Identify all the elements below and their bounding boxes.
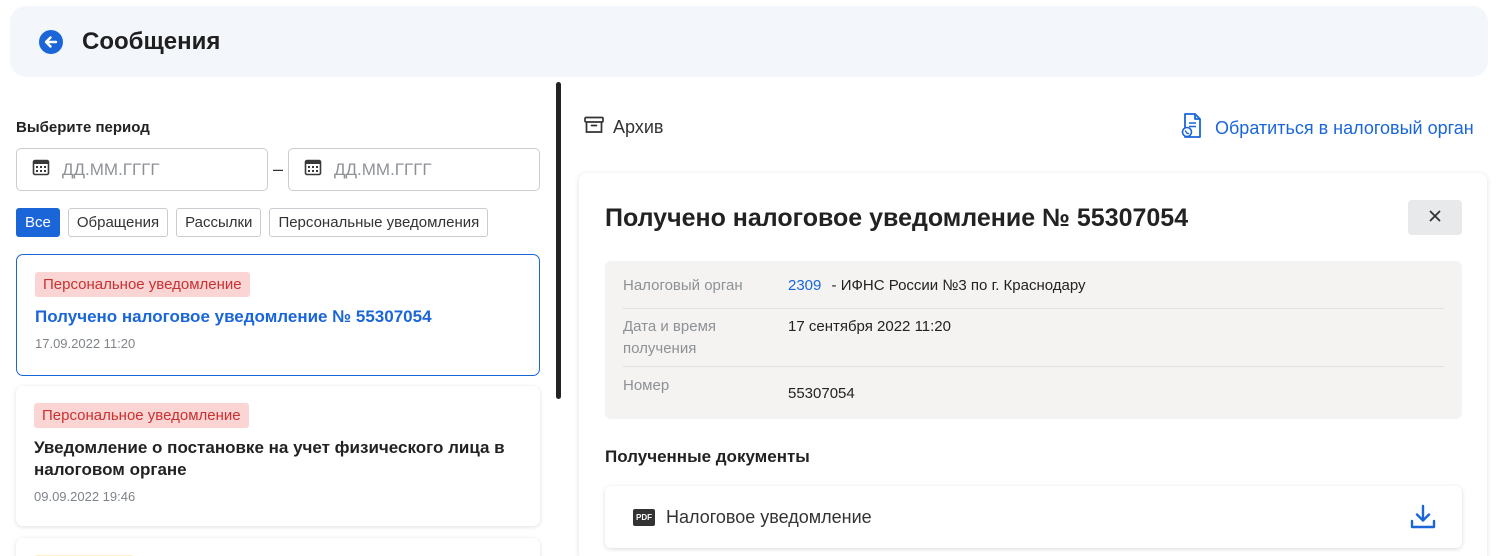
page-header: Сообщения bbox=[10, 6, 1488, 77]
info-value: 17 сентября 2022 11:20 bbox=[788, 318, 951, 335]
detail-title: Получено налоговое уведомление № 5530705… bbox=[605, 204, 1189, 232]
message-card[interactable]: Персональное уведомление Получено налого… bbox=[16, 254, 540, 376]
info-row-number: Номер 55307054 bbox=[623, 375, 1444, 405]
info-label: Налоговый орган bbox=[623, 277, 743, 294]
calendar-icon bbox=[304, 158, 322, 181]
contact-tax-office-button[interactable]: Обратиться в налоговый орган bbox=[1181, 112, 1474, 145]
message-card[interactable] bbox=[16, 538, 540, 556]
close-icon bbox=[1429, 209, 1441, 227]
info-label: Номер bbox=[623, 377, 670, 394]
message-type-badge: Персональное уведомление bbox=[34, 403, 249, 428]
archive-button[interactable]: Архив bbox=[584, 116, 663, 139]
filter-chip-mailings[interactable]: Рассылки bbox=[176, 208, 262, 237]
message-title[interactable]: Получено налоговое уведомление № 5530705… bbox=[35, 306, 521, 328]
info-value: 2309 - ИФНС России №3 по г. Краснодару bbox=[788, 275, 1086, 308]
back-arrow-icon[interactable] bbox=[38, 29, 64, 55]
contact-tax-office-label: Обратиться в налоговый орган bbox=[1215, 118, 1474, 138]
date-to-field[interactable] bbox=[288, 148, 540, 191]
filter-chips: Все Обращения Рассылки Персональные увед… bbox=[16, 208, 489, 237]
page-title: Сообщения bbox=[82, 27, 221, 55]
date-from-field[interactable] bbox=[16, 148, 268, 191]
tax-office-code-link[interactable]: 2309 bbox=[788, 277, 821, 294]
document-item[interactable]: PDF Налоговое уведомление bbox=[605, 486, 1462, 548]
download-icon[interactable] bbox=[1409, 504, 1437, 530]
filter-chip-requests[interactable]: Обращения bbox=[67, 208, 169, 237]
message-detail-panel: Получено налоговое уведомление № 5530705… bbox=[579, 173, 1487, 556]
document-phone-icon bbox=[1181, 112, 1204, 145]
message-type-badge: Персональное уведомление bbox=[35, 272, 250, 297]
message-date: 09.09.2022 19:46 bbox=[34, 489, 136, 504]
date-to-input[interactable] bbox=[334, 159, 514, 180]
tax-office-name: - ИФНС России №3 по г. Краснодару bbox=[827, 277, 1086, 294]
info-row-tax-office: Налоговый орган 2309 - ИФНС России №3 по… bbox=[623, 275, 1444, 309]
message-title[interactable]: Уведомление о постановке на учет физичес… bbox=[34, 437, 522, 481]
pdf-icon: PDF bbox=[633, 508, 655, 526]
date-from-input[interactable] bbox=[62, 159, 242, 180]
document-label: Налоговое уведомление bbox=[666, 506, 872, 527]
date-dash: – bbox=[273, 159, 284, 179]
filter-chip-all[interactable]: Все bbox=[16, 208, 60, 237]
calendar-icon bbox=[32, 158, 50, 181]
message-card[interactable]: Персональное уведомление Уведомление о п… bbox=[16, 386, 540, 526]
filter-chip-personal[interactable]: Персональные уведомления bbox=[269, 208, 489, 237]
archive-label: Архив bbox=[613, 117, 664, 137]
archive-icon bbox=[584, 116, 604, 139]
messages-panel: Выберите период – Все Обращения Рассылк bbox=[16, 90, 542, 556]
info-value: 55307054 bbox=[788, 385, 855, 402]
info-label: Дата и время получения bbox=[623, 318, 717, 357]
period-label: Выберите период bbox=[16, 119, 150, 136]
detail-info-box: Налоговый орган 2309 - ИФНС России №3 по… bbox=[605, 261, 1462, 419]
info-row-received-at: Дата и время получения 17 сентября 2022 … bbox=[623, 316, 1444, 367]
close-button[interactable] bbox=[1408, 200, 1462, 235]
list-scrollbar[interactable] bbox=[556, 82, 561, 399]
message-date: 17.09.2022 11:20 bbox=[35, 336, 136, 351]
documents-title: Полученные документы bbox=[605, 447, 810, 466]
